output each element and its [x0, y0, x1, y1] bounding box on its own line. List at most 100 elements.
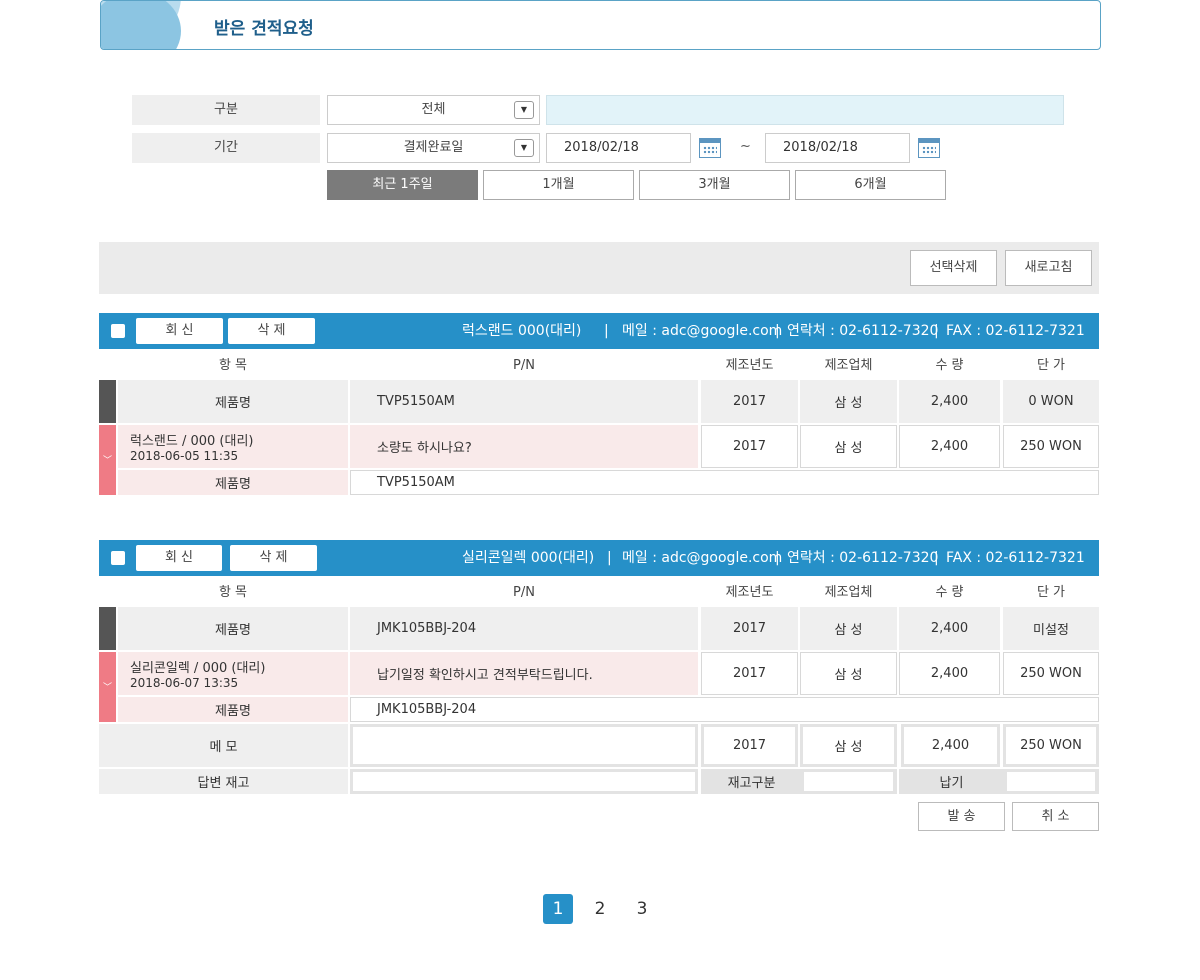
dropdown-arrow-icon[interactable]: ▼ [514, 139, 534, 157]
product-label: 제품명 [215, 396, 251, 411]
request-message: 소량도 하시나요? [377, 441, 472, 456]
period-6month-button[interactable]: 6개월 [795, 170, 946, 200]
column-header-year: 제조년도 [725, 585, 774, 600]
product-name-value: TVP5150AM [377, 475, 455, 490]
stock-type-input[interactable] [804, 772, 893, 791]
separator: | [934, 323, 939, 339]
contact-email: 메일 : adc@google.com [622, 550, 783, 566]
calendar-icon[interactable] [699, 138, 721, 158]
row-marker [99, 607, 116, 650]
calendar-icon[interactable] [918, 138, 940, 158]
requester-cell: 실리콘일렉 / 000 (대리) 2018-06-07 13:35 [118, 652, 348, 695]
stock-answer-input[interactable] [350, 769, 698, 794]
maker-input[interactable]: 삼 성 [803, 727, 894, 764]
header-decoration-inner [101, 1, 181, 49]
price-input[interactable]: 250 WON [1006, 727, 1096, 764]
refresh-button[interactable]: 새로고침 [1005, 250, 1092, 286]
company-name: 실리콘일렉 000(대리) [462, 550, 595, 566]
period-type-select[interactable]: 결제완료일 ▼ [327, 133, 540, 163]
row-marker [99, 380, 116, 423]
quantity: 2,400 [930, 666, 969, 681]
period-1week-button[interactable]: 최근 1주일 [327, 170, 478, 200]
contact-phone: 연락처 : 02-6112-7320 [787, 550, 939, 566]
company-name: 럭스랜드 000(대리) [462, 323, 582, 339]
period-3month-button[interactable]: 3개월 [639, 170, 790, 200]
unit-price: 0 WON [1028, 394, 1074, 409]
dropdown-arrow-icon[interactable]: ▼ [514, 101, 534, 119]
delete-button[interactable]: 삭 제 [230, 545, 317, 571]
manufacture-year: 2017 [732, 439, 767, 454]
delete-selected-button[interactable]: 선택삭제 [910, 250, 997, 286]
column-header-pn: P/N [513, 585, 535, 600]
reply-button[interactable]: 회 신 [136, 545, 222, 571]
send-button[interactable]: 발 송 [918, 802, 1005, 831]
year-input[interactable]: 2017 [704, 727, 795, 764]
manufacturer: 삼 성 [834, 668, 863, 683]
separator: | [775, 550, 780, 566]
manufacturer: 삼 성 [834, 623, 863, 638]
action-bar: 선택삭제 새로고침 [99, 242, 1099, 294]
category-label: 구분 [132, 95, 320, 125]
separator: | [775, 323, 780, 339]
column-header-item: 항 목 [218, 585, 248, 600]
product-name-label: 제품명 [215, 704, 251, 719]
reply-button[interactable]: 회 신 [136, 318, 223, 344]
quantity: 2,400 [930, 439, 969, 454]
manufacture-year: 2017 [732, 621, 767, 636]
period-type-value: 결제완료일 [403, 140, 464, 155]
request-datetime: 2018-06-05 11:35 [130, 449, 239, 463]
date-to-input[interactable]: 2018/02/18 [765, 133, 910, 163]
date-from-input[interactable]: 2018/02/18 [546, 133, 691, 163]
unit-price: 250 WON [1020, 439, 1082, 454]
select-checkbox[interactable] [111, 551, 125, 565]
request-datetime: 2018-06-07 13:35 [130, 676, 239, 690]
part-number: TVP5150AM [377, 394, 455, 409]
column-header-qty: 수 량 [935, 358, 964, 373]
contact-fax: FAX : 02-6112-7321 [946, 550, 1085, 566]
page-link[interactable]: 2 [585, 894, 615, 924]
contact-phone: 연락처 : 02-6112-7320 [787, 323, 939, 339]
stock-answer-label: 답변 재고 [197, 776, 250, 791]
requester-name: 실리콘일렉 / 000 (대리) [130, 661, 266, 676]
chevron-down-icon: ﹀ [102, 456, 112, 466]
manufacture-year: 2017 [732, 666, 767, 681]
page-link[interactable]: 1 [543, 894, 573, 924]
memo-input[interactable] [350, 724, 698, 767]
qty-input[interactable]: 2,400 [904, 727, 997, 764]
chevron-down-icon: ﹀ [102, 683, 112, 693]
column-header-item: 항 목 [218, 358, 248, 373]
manufacture-year: 2017 [732, 394, 767, 409]
page-title: 받은 견적요청 [214, 19, 314, 39]
quantity: 2,400 [930, 394, 969, 409]
delivery-label: 납기 [939, 776, 964, 791]
quote-header-bar: 회 신 삭 제 실리콘일렉 000(대리) | 메일 : adc@google.… [99, 540, 1099, 576]
column-header-price: 단 가 [1036, 585, 1066, 600]
delivery-input[interactable] [1007, 772, 1095, 791]
expand-toggle[interactable]: ﹀ [99, 652, 116, 722]
category-select[interactable]: 전체 ▼ [327, 95, 540, 125]
page-link[interactable]: 3 [627, 894, 657, 924]
unit-price: 250 WON [1020, 666, 1082, 681]
product-label: 제품명 [215, 623, 251, 638]
period-1month-button[interactable]: 1개월 [483, 170, 634, 200]
manufacturer: 삼 성 [834, 396, 863, 411]
category-text-field[interactable] [546, 95, 1064, 125]
separator: | [604, 323, 609, 339]
select-checkbox[interactable] [111, 324, 125, 338]
separator: | [934, 550, 939, 566]
product-name-label: 제품명 [215, 477, 251, 492]
product-name-value: JMK105BBJ-204 [377, 702, 477, 717]
part-number: JMK105BBJ-204 [377, 621, 477, 636]
memo-label: 메 모 [209, 740, 238, 755]
delete-button[interactable]: 삭 제 [228, 318, 315, 344]
date-separator: ~ [740, 139, 751, 154]
page-header: 받은 견적요청 [100, 0, 1101, 50]
expand-toggle[interactable]: ﹀ [99, 425, 116, 495]
column-header-pn: P/N [513, 358, 535, 373]
cancel-button[interactable]: 취 소 [1012, 802, 1099, 831]
column-header-year: 제조년도 [725, 358, 774, 373]
quote-header-bar: 회 신 삭 제 럭스랜드 000(대리) | 메일 : adc@google.c… [99, 313, 1099, 349]
delivery-group: 납기 [899, 769, 1099, 794]
request-message: 납기일정 확인하시고 견적부탁드립니다. [377, 668, 593, 683]
column-header-price: 단 가 [1036, 358, 1066, 373]
